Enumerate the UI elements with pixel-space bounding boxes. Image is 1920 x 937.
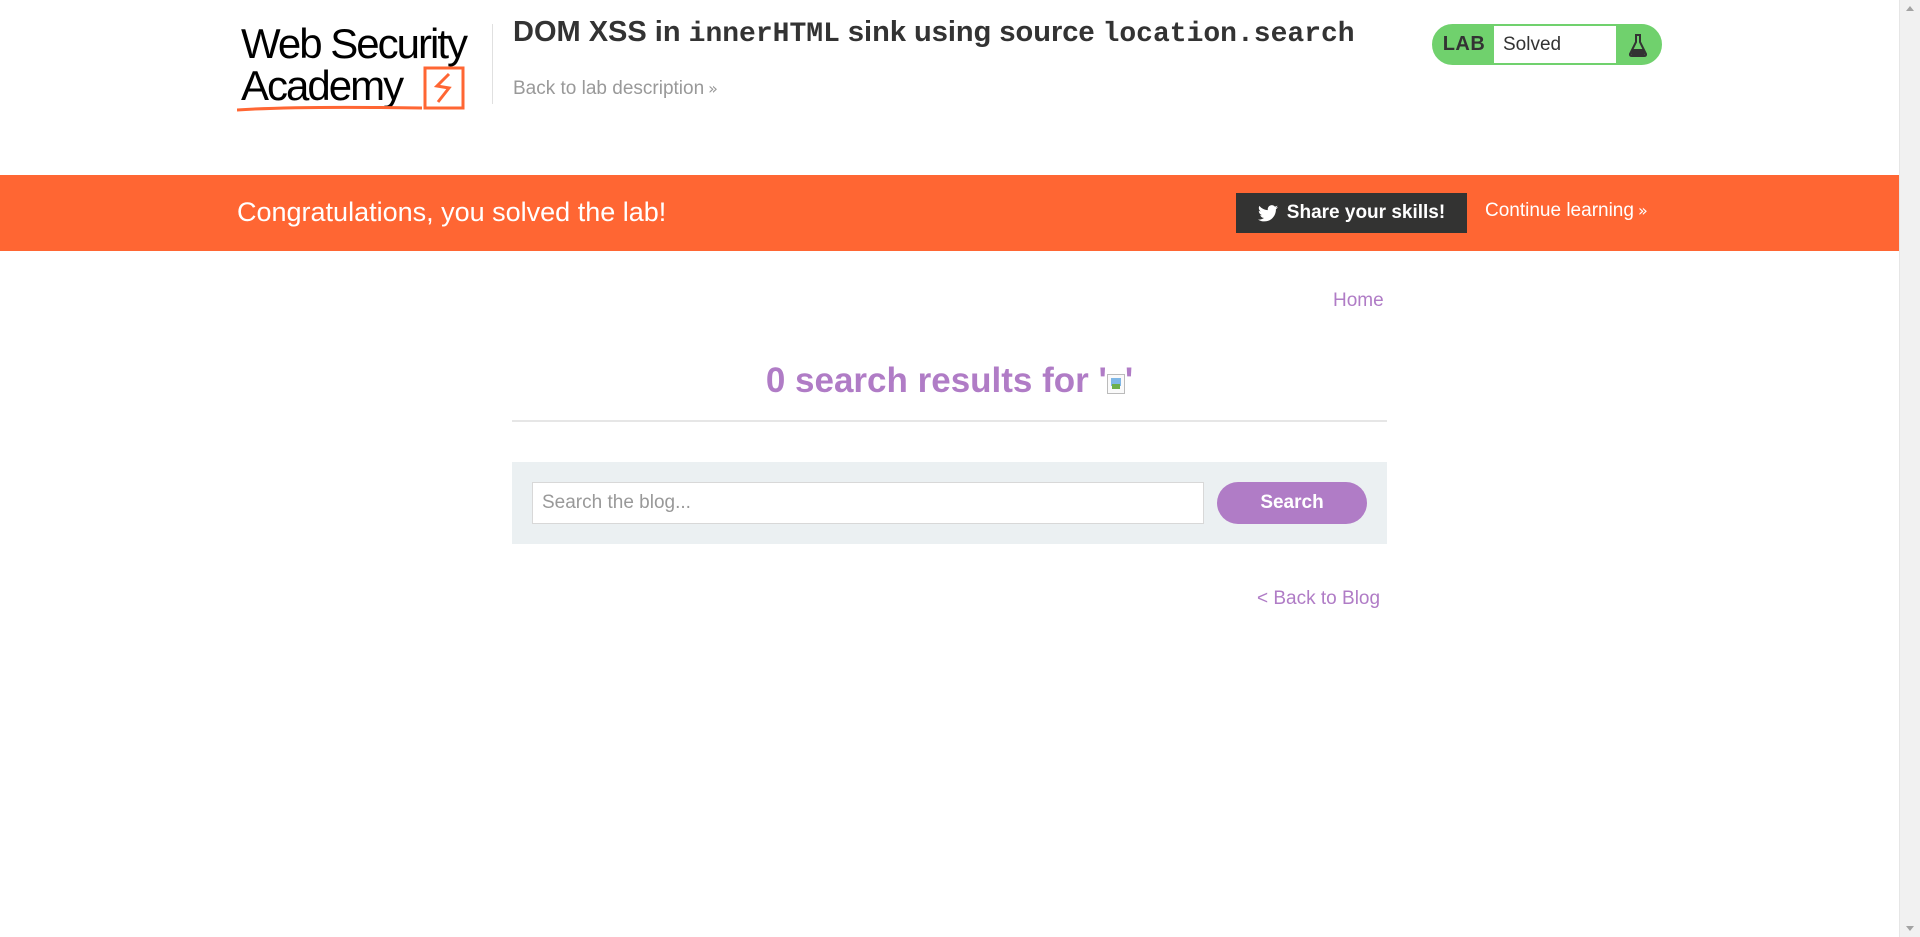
back-to-blog-link[interactable]: < Back to Blog <box>1257 588 1380 610</box>
vertical-scrollbar[interactable] <box>1899 0 1920 937</box>
logo-line1: Web Security <box>241 22 468 67</box>
back-to-lab-description-label: Back to lab description <box>513 78 705 99</box>
logo-graphic: Web Security Academy <box>237 22 470 112</box>
search-panel: Search <box>512 462 1387 544</box>
logo-line2: Academy <box>241 62 404 109</box>
solved-banner: Congratulations, you solved the lab! Sha… <box>0 175 1899 251</box>
congratulations-message: Congratulations, you solved the lab! <box>237 197 667 227</box>
continue-learning-label: Continue learning <box>1485 200 1634 221</box>
header-divider <box>492 24 493 104</box>
double-chevron-right-icon: » <box>708 79 718 98</box>
site-header: Web Security Academy DOM XSS in innerHTM… <box>0 0 1899 175</box>
search-results-heading: 0 search results for ' ' <box>512 361 1387 401</box>
scroll-up-arrow-icon[interactable] <box>1906 6 1914 11</box>
double-chevron-right-icon: » <box>1637 201 1648 220</box>
share-skills-button[interactable]: Share your skills! <box>1236 193 1467 233</box>
continue-learning-link[interactable]: Continue learning» <box>1485 200 1648 222</box>
results-suffix: ' <box>1124 361 1134 400</box>
lab-title-source: location.search <box>1102 19 1355 50</box>
broken-image-icon <box>1106 374 1125 394</box>
web-security-academy-logo[interactable]: Web Security Academy <box>237 22 489 114</box>
twitter-icon <box>1257 204 1278 221</box>
lab-title-mid: sink using source <box>839 16 1103 48</box>
lab-status-text: Solved <box>1494 26 1616 63</box>
results-count: 0 <box>765 361 786 400</box>
lab-status-tag: LAB <box>1442 33 1486 55</box>
search-input[interactable] <box>532 482 1204 524</box>
share-skills-label: Share your skills! <box>1286 202 1446 223</box>
scroll-down-arrow-icon[interactable] <box>1906 926 1914 931</box>
home-link[interactable]: Home <box>1333 290 1384 312</box>
lab-title-sink: innerHTML <box>688 19 840 50</box>
search-button[interactable]: Search <box>1217 482 1367 524</box>
lab-title: DOM XSS in innerHTML sink using source l… <box>513 16 1355 50</box>
heading-divider <box>512 420 1387 422</box>
lab-status-widget: LAB Solved <box>1432 24 1662 65</box>
results-prefix: search results for ' <box>785 361 1107 400</box>
flask-icon <box>1616 26 1660 63</box>
lab-title-prefix: DOM XSS in <box>513 16 689 48</box>
back-to-lab-description-link[interactable]: Back to lab description» <box>513 78 718 100</box>
